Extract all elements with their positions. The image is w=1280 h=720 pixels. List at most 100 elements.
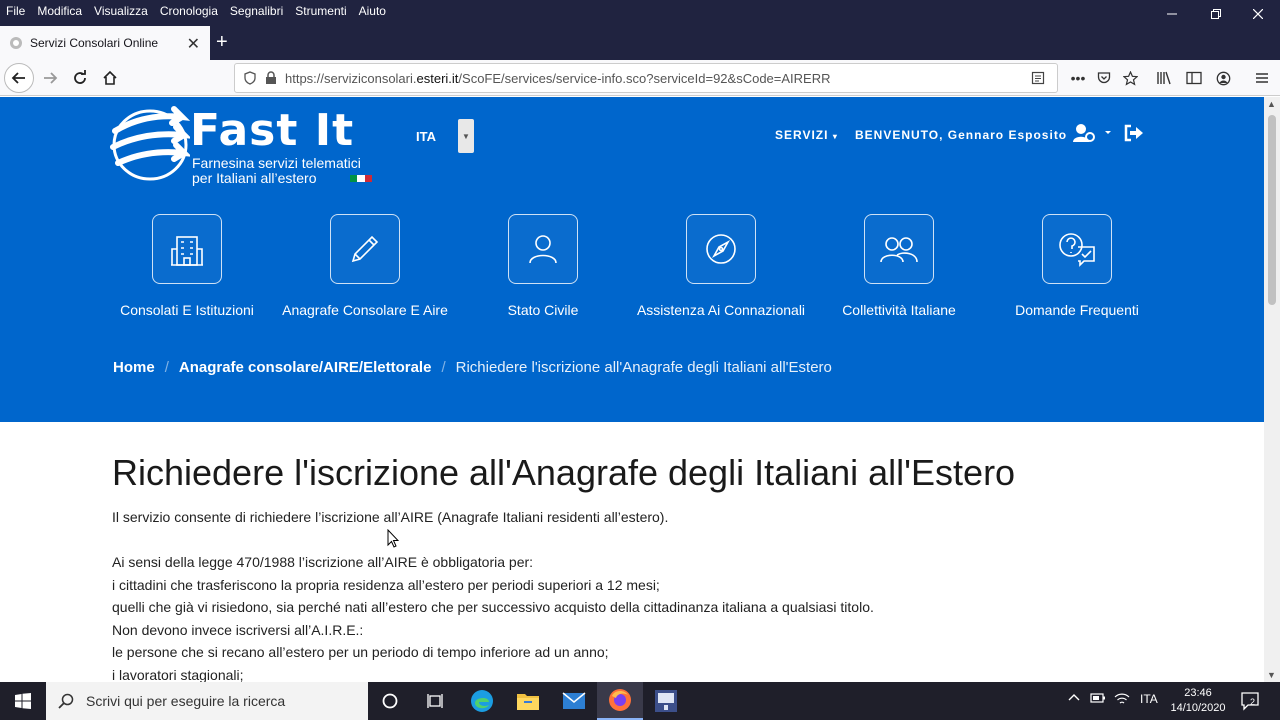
menu-modifica[interactable]: Modifica [31, 4, 88, 18]
globe-arrows-icon [110, 106, 190, 181]
app-menu-button[interactable] [1250, 66, 1274, 90]
notification-center-button[interactable]: 2 [1240, 691, 1262, 714]
library-button[interactable] [1152, 66, 1176, 90]
scroll-down-icon[interactable]: ▼ [1267, 670, 1276, 680]
search-placeholder: Scrivi qui per eseguire la ricerca [86, 693, 286, 709]
service-label: Consolati E Istituzioni [120, 302, 254, 318]
url-prefix: https://serviziconsolari. [285, 70, 417, 86]
file-explorer-app[interactable] [505, 682, 551, 720]
building-icon [171, 236, 203, 266]
menu-segnalibri[interactable]: Segnalibri [224, 4, 289, 18]
service-icon-box [508, 214, 578, 284]
windows-taskbar: Scrivi qui per eseguire la ricerca ITA 2… [0, 682, 1280, 720]
shield-icon[interactable] [243, 71, 257, 85]
bookmark-star-button[interactable] [1118, 66, 1142, 90]
page-scrollbar[interactable]: ▲ ▼ [1264, 97, 1280, 682]
breadcrumb-current: Richiedere l'iscrizione all'Anagrafe deg… [455, 359, 832, 376]
system-clock[interactable]: 23:46 14/10/2020 [1168, 686, 1228, 716]
home-button[interactable] [96, 64, 124, 92]
content-line: Ai sensi della legge 470/1988 l’iscrizio… [112, 554, 534, 570]
wifi-icon[interactable] [1114, 692, 1130, 709]
tab-close-icon[interactable]: ✕ [187, 34, 200, 54]
minimize-icon [1167, 13, 1177, 15]
mail-app[interactable] [551, 682, 597, 720]
page-viewport: Fast It Farnesina servizi telematici per… [0, 97, 1264, 682]
service-stato-civile[interactable]: Stato Civile [458, 214, 628, 322]
person-icon [529, 235, 557, 264]
tab-title: Servizi Consolari Online [30, 36, 159, 50]
pencil-icon [351, 235, 379, 263]
breadcrumb-section[interactable]: Anagrafe consolare/AIRE/Elettorale [179, 359, 432, 376]
forward-button[interactable] [36, 64, 64, 92]
pinned-app[interactable] [643, 682, 689, 720]
hamburger-menu-icon [1256, 73, 1268, 83]
logo-title: Fast It [190, 105, 355, 156]
reload-button[interactable] [66, 64, 94, 92]
scroll-up-icon[interactable]: ▲ [1267, 99, 1276, 109]
start-button[interactable] [0, 682, 46, 720]
restore-icon [1211, 9, 1221, 19]
firefox-icon [609, 689, 631, 711]
service-icon-box [1042, 214, 1112, 284]
battery-icon[interactable] [1090, 692, 1106, 707]
content-line: i lavoratori stagionali; [112, 666, 244, 683]
pocket-button[interactable] [1092, 66, 1116, 90]
service-icon-box [686, 214, 756, 284]
home-icon [103, 70, 117, 85]
reader-view-icon[interactable] [1031, 71, 1045, 88]
close-icon [1253, 9, 1263, 19]
menu-visualizza[interactable]: Visualizza [88, 4, 154, 18]
service-domande-frequenti[interactable]: Domande Frequenti [992, 214, 1162, 322]
reload-icon [74, 70, 86, 84]
url-path: /ScoFE/services/service-info.sco?service… [458, 70, 831, 86]
task-view-button[interactable] [412, 682, 458, 720]
fast-it-logo[interactable]: Fast It Farnesina servizi telematici per… [110, 103, 400, 186]
service-consolati[interactable]: Consolati E Istituzioni [102, 214, 272, 322]
language-label[interactable]: ITA [416, 129, 436, 144]
service-anagrafe[interactable]: Anagrafe Consolare E Aire [280, 214, 450, 322]
service-assistenza[interactable]: Assistenza Ai Connazionali [636, 214, 806, 322]
navigation-bar: https://serviziconsolari.esteri.it/ScoFE… [0, 60, 1280, 96]
cortana-circle-icon [382, 693, 398, 709]
url-domain: esteri.it [416, 70, 459, 86]
menu-file[interactable]: File [0, 4, 31, 18]
firefox-app[interactable] [597, 682, 643, 720]
language-dropdown-toggle[interactable]: ▼ [458, 119, 474, 153]
scrollbar-thumb[interactable] [1268, 115, 1276, 305]
service-label: Domande Frequenti [1015, 302, 1139, 318]
tray-overflow-icon[interactable] [1068, 692, 1080, 707]
cortana-button[interactable] [367, 682, 413, 720]
library-icon [1157, 71, 1171, 85]
new-tab-button[interactable]: + [216, 32, 228, 52]
edge-app[interactable] [459, 682, 505, 720]
service-collettivita[interactable]: Collettività Italiane [814, 214, 984, 322]
keyboard-language[interactable]: ITA [1140, 692, 1158, 706]
clock-time: 23:46 [1184, 687, 1212, 699]
main-content: Richiedere l'iscrizione all'Anagrafe deg… [112, 452, 1212, 682]
account-button[interactable] [1211, 66, 1235, 90]
breadcrumb-separator: / [164, 359, 169, 376]
sidebar-icon [1186, 71, 1202, 85]
site-header: Fast It Farnesina servizi telematici per… [0, 97, 1264, 422]
servizi-menu[interactable]: SERVIZI ▾ [775, 128, 838, 142]
breadcrumb-home[interactable]: Home [113, 359, 155, 376]
sidebar-button[interactable] [1182, 66, 1206, 90]
back-button[interactable] [4, 63, 34, 93]
user-settings-menu[interactable] [1072, 123, 1112, 148]
page-actions-button[interactable]: ••• [1066, 66, 1090, 90]
servizi-label: SERVIZI [775, 128, 829, 142]
menu-strumenti[interactable]: Strumenti [289, 4, 352, 18]
forward-arrow-icon [44, 72, 58, 84]
logout-button[interactable] [1124, 124, 1144, 147]
mail-icon [562, 692, 586, 709]
menu-cronologia[interactable]: Cronologia [154, 4, 224, 18]
service-icon-box [864, 214, 934, 284]
address-bar[interactable]: https://serviziconsolari.esteri.it/ScoFE… [234, 63, 1058, 93]
tab-servizi-consolari[interactable]: Servizi Consolari Online ✕ [0, 26, 210, 60]
taskbar-search[interactable]: Scrivi qui per eseguire la ricerca [46, 682, 368, 720]
lock-icon[interactable] [265, 71, 277, 85]
menu-aiuto[interactable]: Aiuto [353, 4, 392, 18]
notification-count: 2 [1250, 697, 1256, 707]
search-icon [58, 693, 74, 709]
